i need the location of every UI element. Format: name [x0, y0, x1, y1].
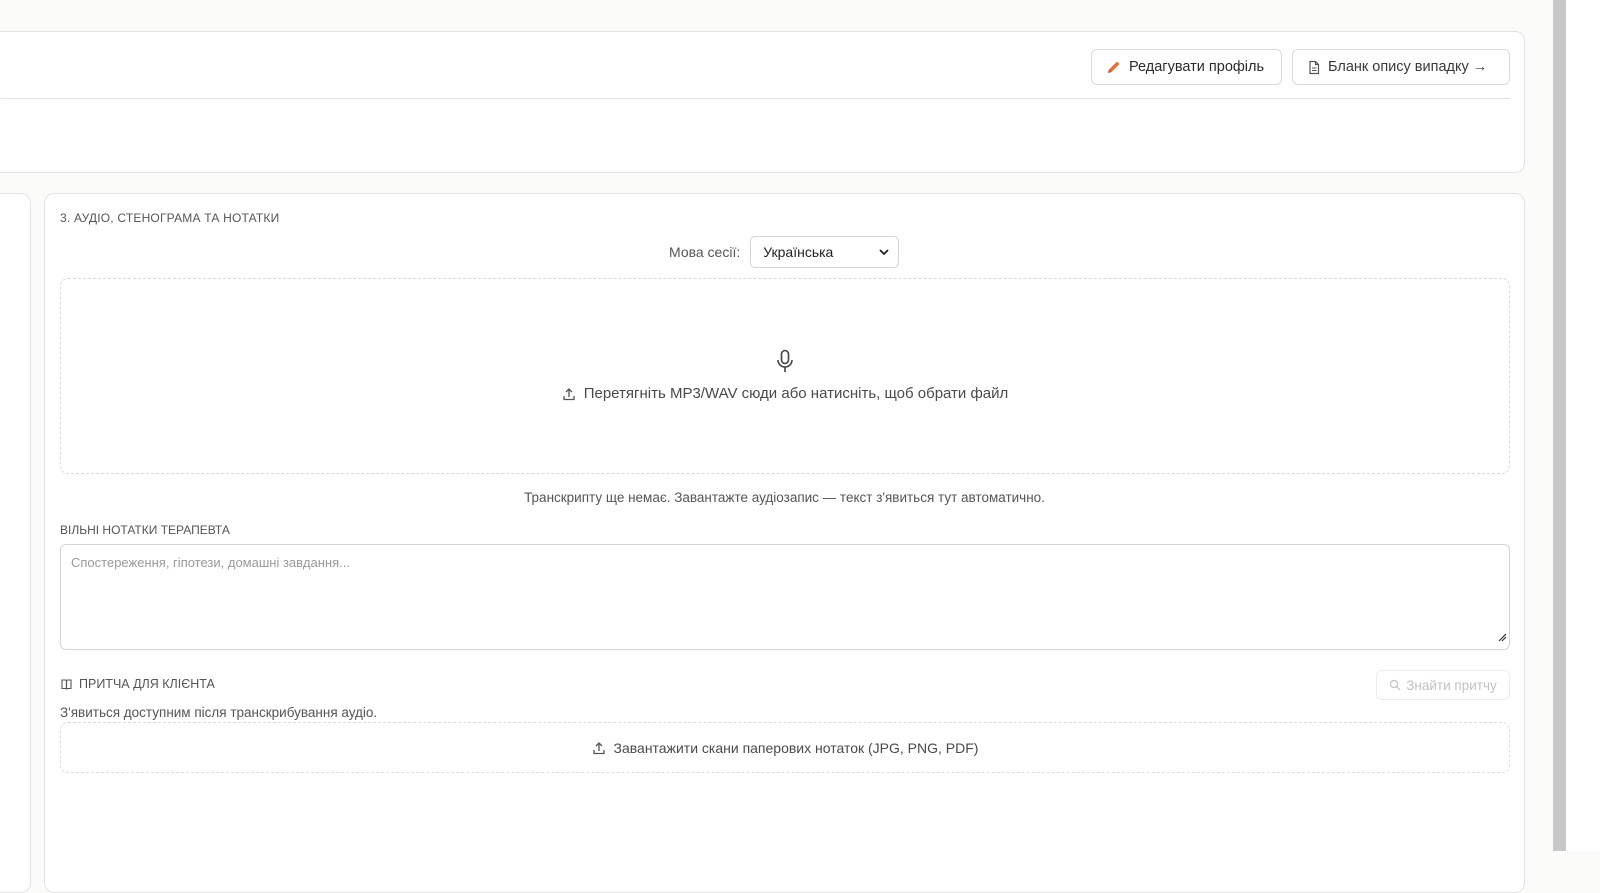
document-icon — [1307, 60, 1321, 75]
section-title: 3. АУДІО, СТЕНОГРАМА ТА НОТАТКИ — [60, 211, 280, 225]
edit-profile-button[interactable]: Редагувати профіль — [1091, 49, 1282, 85]
therapist-notes-label: ВІЛЬНІ НОТАТКИ ТЕРАПЕВТА — [60, 523, 230, 537]
dropzone-text-row: Перетягніть MP3/WAV сюди або натисніть, … — [61, 385, 1509, 402]
session-language-row: Мова сесії: Українська — [669, 236, 900, 268]
profile-header-card: Редагувати профіль Бланк опису випадку → — [0, 31, 1525, 173]
page-scrollbar[interactable] — [1553, 0, 1566, 851]
dropzone-text: Перетягніть MP3/WAV сюди або натисніть, … — [583, 385, 1009, 402]
parable-section-label: ПРИТЧА ДЛЯ КЛІЄНТА — [60, 677, 215, 691]
parable-label-text: ПРИТЧА ДЛЯ КЛІЄНТА — [79, 677, 215, 691]
case-form-button[interactable]: Бланк опису випадку → — [1292, 49, 1510, 85]
therapist-notes-textarea[interactable]: Спостереження, гіпотези, домашні завданн… — [60, 544, 1510, 650]
upload-scans-button[interactable]: Завантажити скани паперових нотаток (JPG… — [60, 722, 1510, 773]
case-form-label: Бланк опису випадку → — [1328, 59, 1488, 75]
therapist-notes-placeholder: Спостереження, гіпотези, домашні завданн… — [71, 555, 350, 570]
edit-profile-label: Редагувати профіль — [1129, 59, 1265, 75]
session-language-select[interactable]: Українська — [750, 236, 900, 268]
upload-scans-label: Завантажити скани паперових нотаток (JPG… — [613, 739, 979, 756]
scrollbar-gutter — [1566, 0, 1600, 851]
upload-icon — [592, 741, 606, 755]
find-parable-label: Знайти притчу — [1406, 677, 1497, 693]
session-language-label: Мова сесії: — [669, 244, 741, 260]
audio-dropzone[interactable]: Перетягніть MP3/WAV сюди або натисніть, … — [60, 278, 1510, 474]
transcript-empty-message: Транскрипту ще немає. Завантажте аудіоза… — [524, 490, 1045, 505]
audio-transcript-section: 3. АУДІО, СТЕНОГРАМА ТА НОТАТКИ Мова сес… — [44, 193, 1525, 893]
pencil-icon — [1106, 59, 1122, 75]
search-icon — [1389, 679, 1401, 691]
upload-icon — [562, 387, 576, 401]
left-panel — [0, 193, 31, 893]
chevron-down-icon — [878, 246, 890, 258]
find-parable-button[interactable]: Знайти притчу — [1376, 670, 1510, 700]
book-icon — [60, 678, 73, 691]
resize-handle-icon[interactable] — [1497, 629, 1507, 647]
session-language-value: Українська — [763, 244, 834, 260]
microphone-icon — [775, 349, 795, 375]
parable-hint: З'явиться доступним після транскрибуванн… — [60, 705, 378, 720]
header-divider — [1, 98, 1510, 99]
